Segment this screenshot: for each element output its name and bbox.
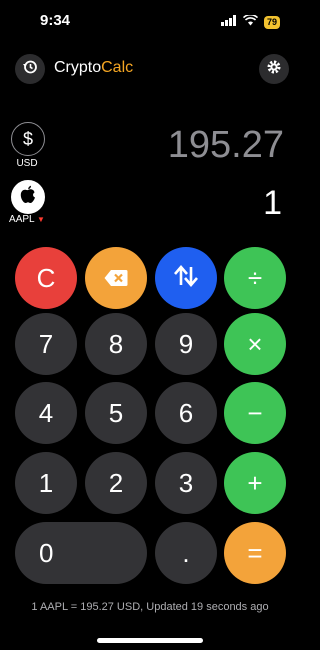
from-value-display: 195.27: [167, 124, 284, 166]
divide-button[interactable]: ÷: [224, 247, 286, 309]
decimal-button[interactable]: .: [155, 522, 217, 584]
from-currency-label[interactable]: USD: [7, 158, 47, 169]
equals-button[interactable]: =: [224, 522, 286, 584]
signal-icon: [220, 13, 237, 31]
digit-8-button[interactable]: 8: [85, 313, 147, 375]
digit-9-button[interactable]: 9: [155, 313, 217, 375]
digit-4-button[interactable]: 4: [15, 382, 77, 444]
home-indicator[interactable]: [97, 638, 203, 643]
backspace-icon: [104, 263, 128, 294]
digit-6-button[interactable]: 6: [155, 382, 217, 444]
plus-button[interactable]: +: [224, 452, 286, 514]
backspace-button[interactable]: [85, 247, 147, 309]
digit-3-button[interactable]: 3: [155, 452, 217, 514]
swap-arrows-icon: [173, 263, 199, 294]
clear-button[interactable]: C: [15, 247, 77, 309]
digit-2-button[interactable]: 2: [85, 452, 147, 514]
currency-symbol: $: [22, 128, 33, 149]
to-currency-selector[interactable]: [11, 180, 45, 214]
gear-icon: [266, 59, 282, 80]
history-button[interactable]: [15, 54, 45, 84]
to-currency-label[interactable]: AAPL ▼: [7, 214, 47, 225]
settings-button[interactable]: [259, 54, 289, 84]
digit-5-button[interactable]: 5: [85, 382, 147, 444]
app-title: CryptoCalc: [54, 59, 133, 77]
from-currency-selector[interactable]: $: [11, 122, 45, 156]
app-title-accent: Calc: [101, 59, 134, 76]
status-icons: 79: [220, 13, 280, 31]
rate-info-text: 1 AAPL = 195.27 USD, Updated 19 seconds …: [31, 601, 269, 613]
status-time: 9:34: [40, 12, 71, 29]
wifi-icon: [242, 13, 259, 31]
apple-logo-icon: [19, 185, 37, 210]
digit-1-button[interactable]: 1: [15, 452, 77, 514]
app-title-main: Crypto: [54, 59, 102, 76]
swap-button[interactable]: [155, 247, 217, 309]
history-icon: [22, 59, 38, 80]
to-value-display: 1: [263, 184, 282, 222]
digit-0-button[interactable]: 0: [15, 522, 147, 584]
multiply-button[interactable]: ×: [224, 313, 286, 375]
price-down-icon: ▼: [37, 215, 45, 224]
minus-button[interactable]: −: [224, 382, 286, 444]
battery-indicator: 79: [263, 15, 280, 29]
digit-7-button[interactable]: 7: [15, 313, 77, 375]
to-currency-code: AAPL: [9, 214, 35, 225]
